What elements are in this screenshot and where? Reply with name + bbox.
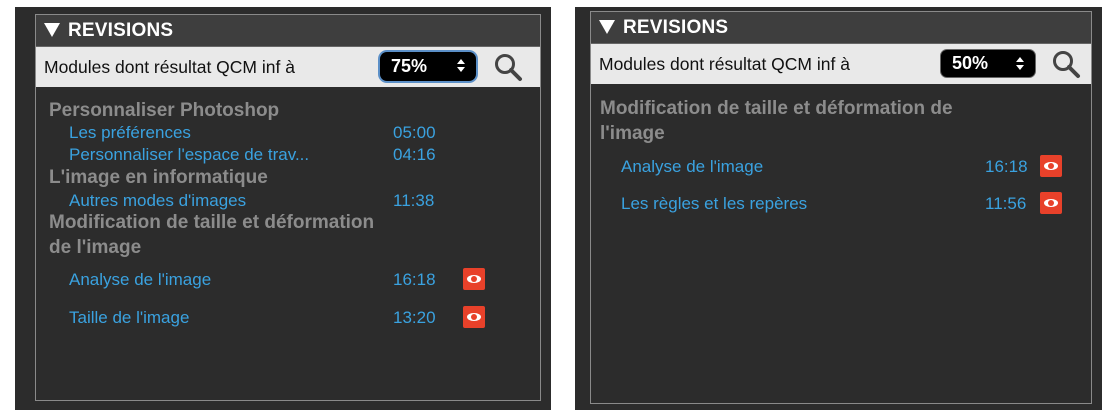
list-item[interactable]: Personnaliser l'espace de trav... [69, 145, 309, 165]
item-duration: 13:20 [393, 308, 436, 327]
panel-title: REVISIONS [68, 19, 174, 41]
list-item[interactable]: Les règles et les repères [621, 194, 807, 214]
filter-label: Modules dont résultat QCM inf à [599, 53, 850, 74]
threshold-value: 50% [952, 53, 989, 73]
filter-bar: Modules dont résultat QCM inf à 75% [36, 47, 540, 87]
item-duration: 16:18 [985, 157, 1028, 176]
panel-frame: REVISIONS Modules dont résultat QCM inf … [590, 11, 1092, 404]
filter-bar: Modules dont résultat QCM inf à 50% [591, 44, 1091, 84]
item-duration: 11:56 [985, 194, 1027, 213]
item-duration: 04:16 [393, 145, 436, 164]
revisions-panel-left: REVISIONS Modules dont résultat QCM inf … [15, 7, 551, 410]
group-title-line2: l'image [600, 123, 665, 144]
threshold-value: 75% [391, 56, 428, 76]
eye-icon[interactable] [1040, 155, 1062, 177]
list-item[interactable]: Taille de l'image [69, 308, 189, 328]
threshold-select[interactable]: 50% [940, 49, 1036, 78]
panel-frame: REVISIONS Modules dont résultat QCM inf … [35, 14, 541, 401]
list-item[interactable]: Les préférences [69, 123, 191, 143]
stepper-arrows-icon [457, 59, 465, 74]
panel-header[interactable]: REVISIONS [591, 12, 1091, 44]
group-title-line2: de l'image [49, 237, 142, 258]
triangle-down-icon[interactable] [599, 19, 615, 34]
search-icon[interactable] [493, 52, 523, 82]
panel-header[interactable]: REVISIONS [36, 15, 540, 47]
group-title: Modification de taille et déformation de [600, 98, 953, 119]
filter-label: Modules dont résultat QCM inf à [44, 56, 295, 77]
search-icon[interactable] [1051, 49, 1081, 79]
item-duration: 16:18 [393, 270, 436, 289]
revisions-panel-right: REVISIONS Modules dont résultat QCM inf … [575, 7, 1102, 410]
list-item[interactable]: Analyse de l'image [621, 157, 763, 177]
eye-icon[interactable] [463, 306, 485, 328]
stepper-arrows-icon [1016, 57, 1024, 72]
eye-icon[interactable] [1040, 192, 1062, 214]
group-title: Modification de taille et déformation [49, 212, 375, 233]
threshold-select[interactable]: 75% [380, 52, 476, 81]
group-title: Personnaliser Photoshop [49, 100, 280, 121]
item-duration: 05:00 [393, 123, 436, 142]
panel-title: REVISIONS [623, 16, 729, 38]
list-item[interactable]: Analyse de l'image [69, 270, 211, 290]
triangle-down-icon[interactable] [44, 22, 60, 37]
list-item[interactable]: Autres modes d'images [69, 191, 246, 211]
eye-icon[interactable] [463, 268, 485, 290]
item-duration: 11:38 [393, 191, 435, 210]
group-title: L'image en informatique [49, 167, 268, 188]
